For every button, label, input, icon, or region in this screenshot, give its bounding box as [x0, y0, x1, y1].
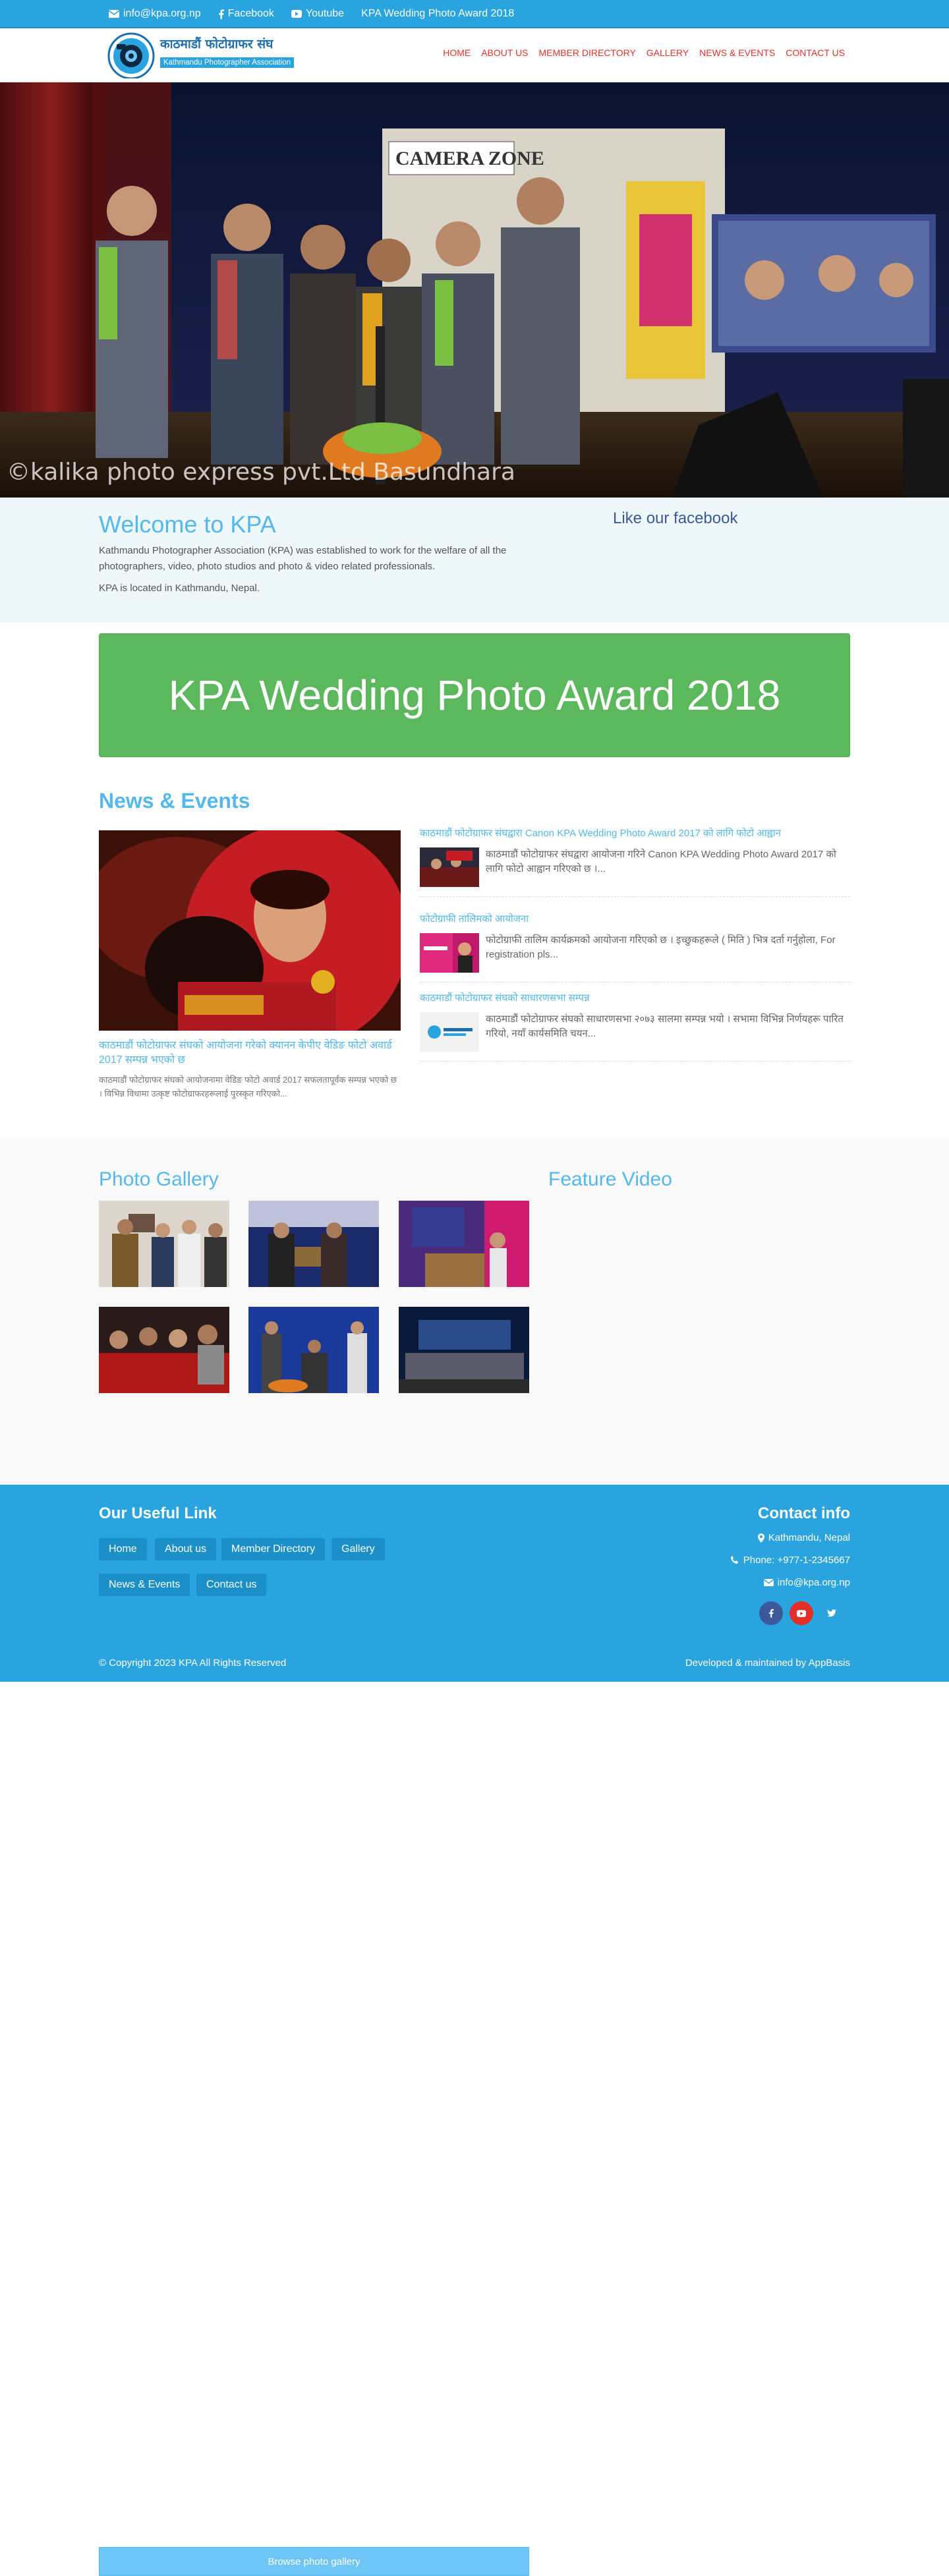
welcome-paragraph-2: KPA is located in Kathmandu, Nepal.: [99, 583, 260, 594]
logo-subtitle: Kathmandu Photographer Association: [160, 57, 295, 68]
news-item-title[interactable]: काठमाडौं फोटोग्राफर संघद्वारा Canon KPA …: [420, 826, 850, 841]
contact-email[interactable]: info@kpa.org.np: [763, 1577, 850, 1588]
top-bar: info@kpa.org.np Facebook Youtube KPA Wed…: [0, 0, 949, 28]
facebook-link[interactable]: Facebook: [218, 8, 274, 20]
news-item-title[interactable]: फोटोग्राफी तालिमको आयोजना: [420, 912, 850, 927]
nav-about-us[interactable]: ABOUT US: [481, 47, 528, 58]
twitter-social-button[interactable]: [820, 1601, 844, 1625]
news-item-description: काठमाडौं फोटोग्राफर संघको साधारणसभा २०७३…: [486, 1014, 844, 1039]
award-top-link[interactable]: KPA Wedding Photo Award 2018: [361, 8, 514, 20]
useful-links-title: Our Useful Link: [99, 1504, 217, 1522]
footer-link-contact-us[interactable]: Contact us: [196, 1574, 267, 1596]
youtube-social-button[interactable]: [790, 1601, 813, 1625]
twitter-icon: [827, 1609, 836, 1617]
nav-contact-us[interactable]: CONTACT US: [786, 47, 845, 58]
logo[interactable]: काठमाडौं फोटोग्राफर संघ Kathmandu Photog…: [107, 31, 295, 80]
footer-link-news-events[interactable]: News & Events: [99, 1574, 190, 1596]
site-footer: Our Useful Link Home About us Member Dir…: [0, 1485, 949, 1682]
news-item-thumbnail[interactable]: [420, 847, 479, 887]
award-banner-button[interactable]: KPA Wedding Photo Award 2018: [99, 633, 850, 757]
gallery-thumbnail[interactable]: [399, 1201, 529, 1287]
news-item-description: काठमाडौं फोटोग्राफर संघद्वारा आयोजना गरि…: [486, 849, 836, 874]
facebook-icon: [218, 9, 224, 19]
hero-watermark: ©kalika photo express pvt.Ltd Basundhara: [7, 459, 515, 486]
gallery-section: Photo Gallery Feature Video Browse photo…: [0, 1137, 949, 2576]
gallery-thumbnail[interactable]: [248, 1307, 379, 1393]
welcome-paragraph-1: Kathmandu Photographer Association (KPA)…: [99, 545, 507, 572]
youtube-link[interactable]: Youtube: [291, 8, 344, 20]
email-link[interactable]: info@kpa.org.np: [109, 8, 201, 20]
nav-news-events[interactable]: NEWS & EVENTS: [699, 47, 775, 58]
news-item-description: फोटोग्राफी तालिम कार्यक्रमको आयोजना गरिए…: [486, 934, 836, 960]
feature-video-title: Feature Video: [548, 1168, 672, 1190]
contact-phone: Phone: +977-1-2345667: [730, 1555, 850, 1566]
news-item: फोटोग्राफी तालिमको आयोजना फोटोग्राफी ताल…: [420, 912, 850, 983]
featured-news-description: काठमाडौं फोटोग्राफर संघको आयोजनामा वेडिङ…: [99, 1075, 397, 1099]
footer-link-about-us[interactable]: About us: [155, 1538, 217, 1560]
browse-gallery-button[interactable]: Browse photo gallery: [99, 2547, 529, 2576]
gallery-thumbnail[interactable]: [99, 1307, 229, 1393]
phone-icon: [730, 1555, 738, 1564]
nav-home[interactable]: HOME: [443, 47, 471, 58]
contact-email-text: info@kpa.org.np: [777, 1577, 850, 1588]
youtube-link-label: Youtube: [305, 8, 345, 19]
news-item-thumbnail[interactable]: [420, 933, 479, 973]
site-header: काठमाडौं फोटोग्राफर संघ Kathmandu Photog…: [0, 28, 949, 82]
news-section-title: News & Events: [99, 789, 250, 813]
news-item: काठमाडौं फोटोग्राफर संघको साधारणसभा सम्प…: [420, 991, 850, 1062]
contact-address: Kathmandu, Nepal: [757, 1532, 850, 1543]
photo-gallery-title: Photo Gallery: [99, 1168, 219, 1190]
gallery-thumbnail[interactable]: [99, 1201, 229, 1287]
footer-link-gallery[interactable]: Gallery: [331, 1538, 385, 1560]
featured-news-image[interactable]: [99, 830, 401, 1031]
developer-credit[interactable]: Developed & maintained by AppBasis: [685, 1657, 850, 1669]
footer-link-member-directory[interactable]: Member Directory: [221, 1538, 326, 1560]
facebook-social-button[interactable]: [759, 1601, 783, 1625]
facebook-icon: [769, 1609, 774, 1618]
facebook-like-heading: Like our facebook: [613, 509, 738, 527]
footer-link-home[interactable]: Home: [99, 1538, 147, 1560]
featured-news-title[interactable]: काठमाडौं फोटोग्राफर संघको आयोजना गरेको क…: [99, 1039, 401, 1068]
contact-address-text: Kathmandu, Nepal: [768, 1532, 850, 1543]
gallery-thumbnail[interactable]: [248, 1201, 379, 1287]
youtube-icon: [797, 1609, 806, 1617]
news-item: काठमाडौं फोटोग्राफर संघद्वारा Canon KPA …: [420, 826, 850, 897]
map-marker-icon: [757, 1533, 764, 1543]
youtube-icon: [291, 10, 302, 18]
copyright-text: © Copyright 2023 KPA All Rights Reserved: [99, 1657, 287, 1669]
email-link-label: info@kpa.org.np: [123, 8, 201, 19]
nav-gallery[interactable]: GALLERY: [647, 47, 689, 58]
news-item-title[interactable]: काठमाडौं फोटोग्राफर संघको साधारणसभा सम्प…: [420, 991, 850, 1006]
welcome-section: Welcome to KPA Kathmandu Photographer As…: [0, 498, 949, 623]
hero-sign-text: CAMERA ZONE: [395, 148, 544, 169]
hero-image: CAMERA ZONE ©kalika photo express pvt.Lt…: [0, 82, 949, 498]
news-item-thumbnail[interactable]: [420, 1012, 479, 1052]
facebook-link-label: Facebook: [227, 8, 274, 19]
featured-news: काठमाडौं फोटोग्राफर संघको आयोजना गरेको क…: [99, 830, 401, 1101]
nav-member-directory[interactable]: MEMBER DIRECTORY: [539, 47, 636, 58]
logo-title: काठमाडौं फोटोग्राफर संघ: [160, 37, 273, 51]
envelope-icon: [763, 1579, 774, 1586]
envelope-icon: [109, 10, 119, 18]
contact-phone-text: Phone: +977-1-2345667: [743, 1555, 850, 1566]
welcome-title: Welcome to KPA: [99, 511, 276, 538]
contact-info-title: Contact info: [758, 1504, 850, 1522]
top-links: info@kpa.org.np Facebook Youtube KPA Wed…: [109, 8, 514, 20]
gallery-thumbnail[interactable]: [399, 1307, 529, 1393]
hero-slider[interactable]: CAMERA ZONE ©kalika photo express pvt.Lt…: [0, 82, 949, 498]
main-nav: HOME ABOUT US MEMBER DIRECTORY GALLERY N…: [443, 47, 845, 58]
